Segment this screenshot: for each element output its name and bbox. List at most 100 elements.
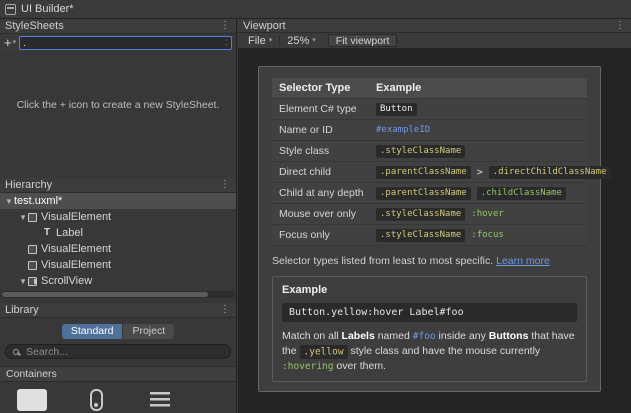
description-part: Match on all — [282, 330, 342, 342]
example-code: Button.yellow:hover Label#foo — [282, 303, 577, 322]
example-title: Example — [282, 284, 328, 296]
plus-icon: + — [4, 35, 12, 50]
selector-row-example: .styleClassName — [376, 144, 466, 158]
selector-cheatsheet-panel: Selector Type Example Element C# type But… — [258, 66, 611, 392]
hierarchy-item-label: VisualElement — [41, 243, 112, 255]
description-part: :hovering — [282, 361, 334, 372]
viewport-pane: Viewport ⋮ File ▾ 25% ▾ Fit viewport Sel… — [238, 19, 631, 413]
hierarchy-horizontal-scrollbar[interactable] — [1, 291, 235, 298]
hierarchy-item-visualelement[interactable]: VisualElement — [0, 241, 236, 257]
stylesheets-menu-icon[interactable]: ⋮ — [219, 21, 231, 31]
library-header: Library ⋮ — [0, 303, 236, 318]
stylesheets-body: Click the + icon to create a new StyleSh… — [0, 51, 236, 178]
library-menu-icon[interactable]: ⋮ — [219, 305, 231, 315]
selector-row-child-at-any-depth: Child at any depth .parentClassName .child… — [272, 183, 587, 204]
foldout-arrow-icon[interactable]: ▼ — [4, 197, 14, 206]
selector-row-label: Direct child — [279, 166, 331, 178]
selector-row-example: .styleClassName :hover — [376, 207, 504, 221]
visual-element-icon — [28, 212, 37, 222]
description-part: style class and have the mouse currently — [347, 345, 541, 357]
example-description: Match on all Labels named #foo inside an… — [282, 329, 577, 374]
description-part: .yellow — [299, 344, 348, 359]
library-item-scroll-view[interactable] — [64, 387, 128, 413]
selector-row-style-class: Style class .styleClassName — [272, 141, 587, 162]
description-part: named — [374, 330, 413, 342]
foldout-arrow-icon[interactable]: ▼ — [18, 277, 28, 286]
selector-suffix: : — [225, 37, 228, 48]
selector-table-header: Selector Type Example — [272, 78, 587, 99]
code-token: .childClassName — [476, 186, 566, 200]
viewport-canvas[interactable]: Selector Type Example Element C# type But… — [238, 49, 631, 413]
add-stylesheet-button[interactable]: + ▾ — [4, 36, 16, 49]
library-search-field[interactable] — [5, 344, 231, 359]
selector-row-mouse-over-only: Mouse over only .styleClassName:hover — [272, 204, 587, 225]
library-item-visual-element[interactable] — [0, 387, 64, 413]
scroll-view-icon — [28, 276, 37, 286]
containers-section-label: Containers — [6, 368, 57, 380]
viewport-menu-icon[interactable]: ⋮ — [614, 20, 626, 31]
hierarchy-item-label[interactable]: T Label — [0, 225, 236, 241]
ui-builder-window: UI Builder* StyleSheets ⋮ + ▾ : Click th… — [0, 0, 631, 413]
selector-row-direct-child: Direct child .parentClassName > .directChil… — [272, 162, 611, 183]
selector-row-example: #exampleID — [376, 125, 430, 135]
viewport-toolbar: File ▾ 25% ▾ Fit viewport — [238, 33, 631, 49]
chevron-down-icon: ▾ — [312, 37, 316, 44]
selector-row-name-or-id: Name or ID #exampleID — [272, 120, 587, 141]
library-search-input[interactable] — [24, 344, 223, 359]
description-part: #foo — [412, 331, 436, 342]
code-token: .styleClassName — [376, 207, 466, 221]
stylesheets-empty-message: Click the + icon to create a new StyleSh… — [16, 99, 220, 111]
code-token: .styleClassName — [376, 144, 466, 158]
specificity-note: Selector types listed from least to most… — [272, 255, 587, 267]
description-part: Buttons — [488, 330, 529, 342]
description-part: Labels — [341, 330, 375, 342]
learn-more-link[interactable]: Learn more — [496, 255, 550, 267]
hierarchy-item-label: VisualElement — [41, 211, 112, 223]
description-part: over them. — [333, 360, 387, 372]
hierarchy-item-visualelement[interactable]: VisualElement — [0, 257, 236, 273]
new-selector-field[interactable]: : — [19, 35, 232, 50]
hierarchy-tree: ▼ test.uxml* ▼ VisualElement T Label VisualEle… — [0, 193, 236, 291]
selector-row-example: Button — [376, 102, 417, 116]
hierarchy-item-label: Label — [56, 227, 83, 239]
library-tab-project[interactable]: Project — [123, 323, 175, 339]
stylesheets-toolbar: + ▾ : — [0, 34, 236, 51]
library-item-list-view[interactable] — [128, 387, 192, 413]
visual-element-thumbnail-icon — [17, 389, 47, 411]
example-box: Example Button.yellow:hover Label#foo Ma… — [272, 276, 587, 382]
hierarchy-menu-icon[interactable]: ⋮ — [219, 180, 231, 190]
example-column-header: Example — [376, 82, 422, 94]
visual-element-icon — [28, 260, 37, 270]
library-tab-standard[interactable]: Standard — [61, 323, 123, 339]
hierarchy-item-visualelement[interactable]: ▼ VisualElement — [0, 209, 236, 225]
code-token: .parentClassName — [376, 186, 471, 200]
list-view-thumbnail-icon — [150, 392, 170, 409]
new-selector-input[interactable] — [23, 36, 226, 49]
file-menu-label: File — [248, 34, 266, 47]
visual-element-icon — [28, 244, 37, 254]
code-token: :hover — [471, 209, 504, 219]
file-menu-button[interactable]: File ▾ — [241, 33, 279, 48]
hierarchy-item-label: test.uxml* — [14, 195, 63, 207]
stylesheets-title: StyleSheets — [5, 20, 64, 32]
code-token: .styleClassName — [376, 228, 466, 242]
hierarchy-item-test-uxml[interactable]: ▼ test.uxml* — [0, 193, 236, 209]
zoom-dropdown[interactable]: 25% ▾ — [280, 33, 323, 48]
code-token: #exampleID — [376, 125, 431, 135]
hierarchy-title: Hierarchy — [5, 179, 53, 191]
scroll-view-thumbnail-icon — [89, 389, 103, 411]
description-part: inside any — [435, 330, 489, 342]
library-section-containers[interactable]: Containers — [0, 366, 236, 382]
window-title: UI Builder* — [21, 3, 74, 15]
hierarchy-item-scrollview[interactable]: ▼ ScrollView — [0, 273, 236, 289]
selector-type-column-header: Selector Type — [279, 82, 351, 94]
fit-viewport-button[interactable]: Fit viewport — [327, 34, 398, 47]
foldout-arrow-icon[interactable]: ▼ — [18, 213, 28, 222]
search-icon — [13, 348, 19, 355]
ui-builder-icon — [5, 3, 16, 15]
code-token: :focus — [471, 230, 504, 240]
scrollbar-thumb[interactable] — [2, 292, 208, 297]
window-tab[interactable]: UI Builder* — [0, 0, 631, 19]
viewport-header: Viewport ⋮ — [238, 19, 631, 33]
library-tabs: Standard Project — [0, 323, 236, 339]
